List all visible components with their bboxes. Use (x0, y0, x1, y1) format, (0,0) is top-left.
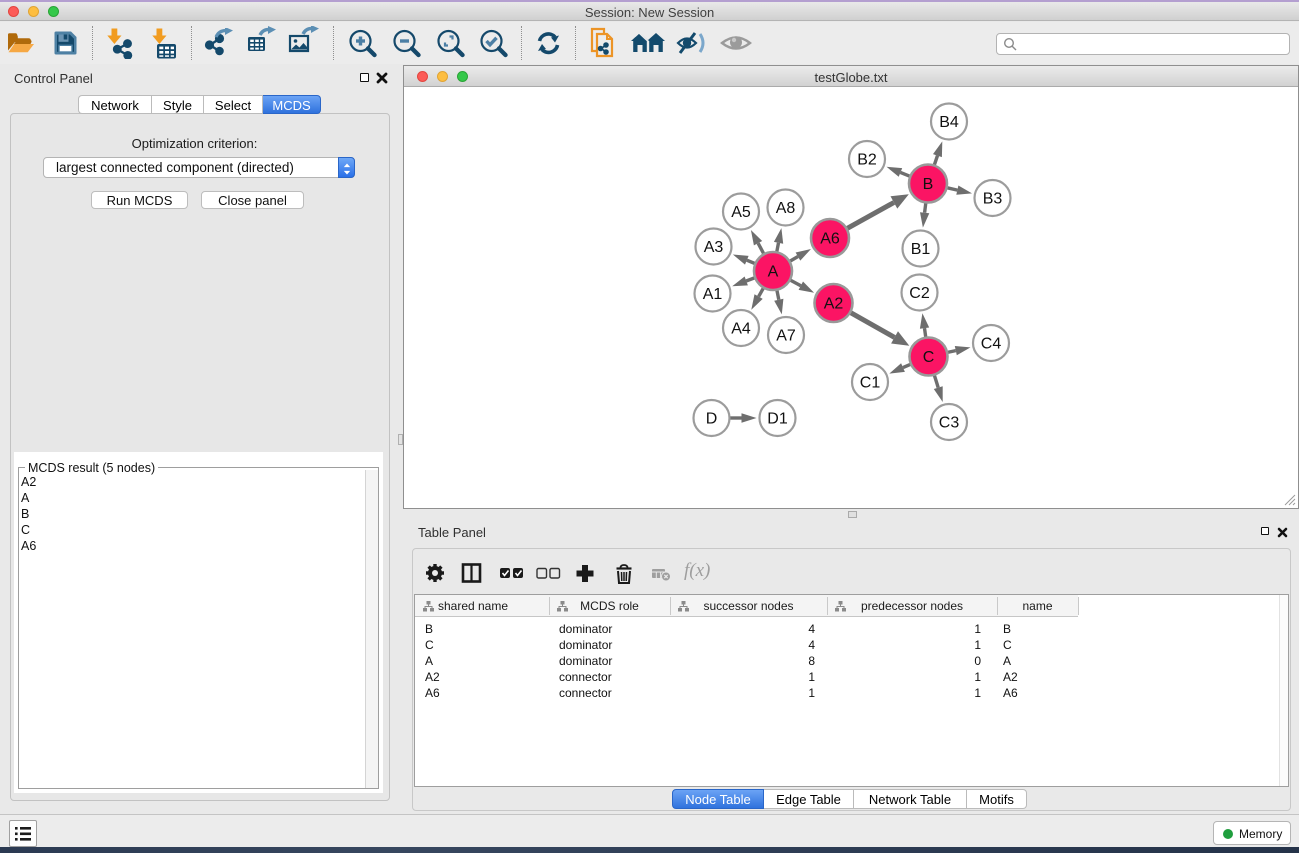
svg-text:A1: A1 (703, 286, 723, 303)
svg-text:D: D (706, 411, 718, 428)
svg-text:B3: B3 (983, 191, 1003, 208)
svg-text:A4: A4 (731, 321, 751, 338)
svg-text:A7: A7 (776, 328, 796, 345)
svg-text:A5: A5 (731, 204, 751, 221)
svg-text:C2: C2 (909, 285, 930, 302)
svg-text:C3: C3 (939, 415, 960, 432)
svg-text:B2: B2 (857, 152, 877, 169)
svg-text:A8: A8 (776, 200, 796, 217)
svg-text:B: B (923, 176, 934, 193)
svg-text:A6: A6 (820, 231, 840, 248)
svg-text:C1: C1 (860, 375, 881, 392)
svg-text:D1: D1 (767, 411, 788, 428)
svg-text:A3: A3 (704, 239, 724, 256)
svg-text:C4: C4 (981, 336, 1002, 353)
svg-text:B4: B4 (939, 114, 959, 131)
svg-text:B1: B1 (911, 241, 931, 258)
svg-text:C: C (923, 349, 935, 366)
svg-text:A2: A2 (824, 296, 844, 313)
svg-text:A: A (768, 264, 779, 281)
